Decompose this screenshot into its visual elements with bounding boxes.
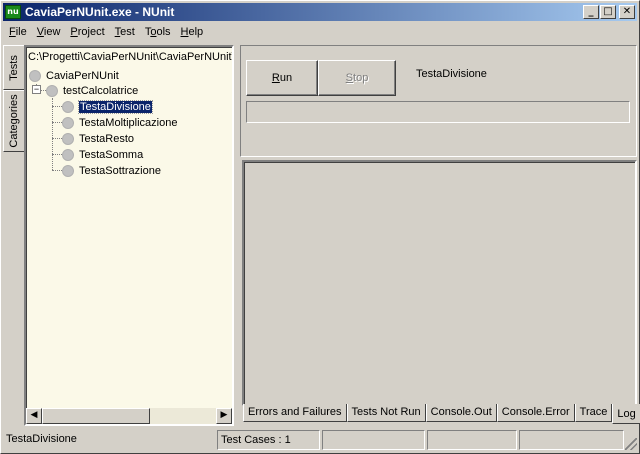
tree-connector: [52, 98, 53, 170]
nunit-window: nu CaviaPerNUnit.exe - NUnit _ □ ✕ File …: [0, 0, 640, 454]
tree-node-test[interactable]: TestaDivisione: [62, 99, 153, 114]
tree-node-test-label: TestaSomma: [79, 148, 144, 161]
menu-tools-label: ols: [156, 26, 171, 38]
window-title: CaviaPerNUnit.exe - NUnit: [25, 5, 175, 19]
menu-project-label: roject: [77, 26, 105, 38]
title-bar[interactable]: nu CaviaPerNUnit.exe - NUnit _ □ ✕: [3, 3, 637, 21]
menu-bar: File View Project Test Tools Help: [4, 24, 208, 42]
tree-node-test[interactable]: TestaSottrazione: [62, 163, 161, 178]
scroll-left-icon[interactable]: ◀: [26, 408, 42, 424]
status-circle-icon: [46, 84, 58, 97]
tab-tests-not-run[interactable]: Tests Not Run: [346, 404, 426, 422]
menu-view[interactable]: View: [32, 24, 66, 42]
tree-node-fixture[interactable]: testCalcolatrice: [46, 83, 138, 98]
tab-log[interactable]: Log: [612, 404, 640, 424]
window-controls: _ □ ✕: [582, 5, 635, 19]
menu-help-label: elp: [188, 26, 204, 38]
assembly-path: C:\Progetti\CaviaPerNUnit\CaviaPerNUnit\…: [28, 51, 232, 63]
stop-button-label: top: [353, 72, 369, 84]
menu-file-label: ile: [15, 26, 27, 38]
scroll-track[interactable]: [42, 408, 216, 424]
menu-project-mnemonic: P: [70, 26, 78, 38]
menu-view-mnemonic: V: [36, 26, 44, 38]
stop-button[interactable]: Stop: [318, 60, 396, 96]
tree-node-test[interactable]: TestaMoltiplicazione: [62, 115, 177, 130]
menu-view-label: iew: [43, 26, 61, 38]
minimize-button[interactable]: _: [583, 5, 599, 19]
tab-errors-and-failures[interactable]: Errors and Failures: [243, 404, 347, 422]
tab-console-out[interactable]: Console.Out: [425, 404, 497, 422]
close-button[interactable]: ✕: [619, 5, 635, 19]
test-cases-count: Test Cases : 1: [217, 430, 320, 450]
tree-connector: [52, 138, 62, 139]
test-tree[interactable]: C:\Progetti\CaviaPerNUnit\CaviaPerNUnit\…: [24, 45, 234, 426]
tree-node-fixture-label: testCalcolatrice: [63, 84, 139, 97]
status-circle-icon: [62, 148, 74, 161]
tree-node-test-label: TestaMoltiplicazione: [79, 116, 178, 129]
menu-tools[interactable]: Tools: [140, 24, 176, 42]
maximize-button[interactable]: □: [600, 5, 616, 19]
tab-categories-label: Categories: [8, 94, 20, 148]
status-circle-icon: [62, 100, 74, 113]
menu-file-mnemonic: F: [9, 26, 16, 38]
status-cell-empty: [519, 430, 624, 450]
tree-connector: [52, 122, 62, 123]
tree-node-root[interactable]: CaviaPerNUnit: [29, 68, 119, 83]
tree-node-test-label-selected: TestaDivisione: [78, 99, 153, 114]
output-panel[interactable]: [242, 160, 637, 406]
stop-button-mnemonic: S: [345, 72, 354, 84]
tree-connector: [52, 106, 62, 107]
tab-tests-label: Tests: [8, 54, 20, 81]
menu-test-label: est: [120, 26, 135, 38]
status-bar: TestaDivisione Test Cases : 1: [3, 430, 637, 450]
current-test-name: TestaDivisione: [416, 68, 487, 80]
tab-console-error[interactable]: Console.Error: [496, 404, 575, 422]
tab-tests[interactable]: Tests: [3, 45, 24, 90]
status-circle-icon: [29, 69, 41, 82]
status-circle-icon: [62, 132, 74, 145]
nunit-app-icon: nu: [5, 5, 21, 19]
tab-categories[interactable]: Categories: [3, 90, 24, 152]
tree-connector: [52, 154, 62, 155]
status-cell-empty: [427, 430, 517, 450]
run-button-mnemonic: R: [271, 72, 280, 84]
run-button-label: un: [279, 72, 293, 84]
tree-node-root-label: CaviaPerNUnit: [46, 69, 119, 82]
status-circle-icon: [62, 116, 74, 129]
scroll-thumb[interactable]: [42, 408, 150, 424]
tree-node-test[interactable]: TestaSomma: [62, 147, 143, 162]
tree-node-test-label: TestaResto: [79, 132, 135, 145]
tree-node-test[interactable]: TestaResto: [62, 131, 134, 146]
run-button[interactable]: Run: [246, 60, 318, 96]
menu-file[interactable]: File: [4, 24, 32, 42]
tab-trace[interactable]: Trace: [574, 404, 613, 422]
menu-project[interactable]: Project: [65, 24, 109, 42]
tree-connector: [52, 170, 62, 171]
status-circle-icon: [62, 164, 74, 177]
run-panel: Run Stop TestaDivisione: [240, 45, 637, 157]
status-cell-empty: [322, 430, 425, 450]
menu-test[interactable]: Test: [110, 24, 140, 42]
scroll-right-icon[interactable]: ▶: [216, 408, 232, 424]
collapse-icon[interactable]: −: [32, 85, 41, 94]
resize-grip-icon[interactable]: [625, 438, 637, 450]
status-text: TestaDivisione: [6, 433, 77, 445]
progress-bar: [246, 101, 630, 123]
horizontal-scrollbar[interactable]: ◀ ▶: [26, 408, 232, 424]
output-tabs: Errors and Failures Tests Not Run Consol…: [243, 404, 640, 424]
menu-help[interactable]: Help: [176, 24, 209, 42]
tree-node-test-label: TestaSottrazione: [79, 164, 161, 177]
